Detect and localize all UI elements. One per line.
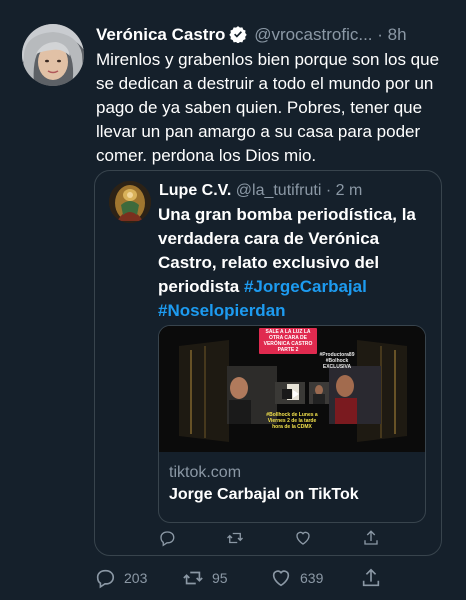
author-name[interactable]: Verónica Castro: [96, 25, 225, 44]
tweet-actions: 203 95 639: [94, 566, 434, 590]
separator-dot: ·: [377, 25, 383, 44]
quote-actions: [158, 529, 438, 549]
like-button[interactable]: 639: [270, 566, 323, 590]
tweet-time[interactable]: 8h: [388, 25, 407, 44]
tweet-text: Mirenlos y grabenlos bien porque son los…: [96, 50, 440, 165]
reply-count: 203: [124, 570, 148, 586]
quote-share-icon[interactable]: [362, 529, 382, 549]
quoted-tweet[interactable]: Lupe C.V. @la_tutifruti · 2 m Una gran b…: [94, 170, 442, 556]
link-card[interactable]: SALE A LA LUZ LA OTRA CARA DE VERÓNICA C…: [158, 325, 426, 523]
retweet-icon: [182, 567, 204, 589]
card-image-banner: SALE A LA LUZ LA OTRA CARA DE VERÓNICA C…: [259, 328, 317, 354]
quote-retweet-icon[interactable]: [226, 529, 246, 549]
card-image-caption: #Bollhock de Lunes a Viernes 2 de la tar…: [266, 412, 318, 430]
retweet-count: 95: [212, 570, 228, 586]
quote-like-icon[interactable]: [294, 529, 314, 549]
like-count: 639: [300, 570, 324, 586]
quote-time[interactable]: 2 m: [336, 182, 363, 199]
card-domain: tiktok.com: [169, 464, 242, 481]
tweet: Verónica Castro @vrocastrofic... · 8h Mi…: [0, 0, 466, 600]
author-avatar[interactable]: [22, 24, 84, 86]
card-title: Jorge Carbajal on TikTok: [169, 486, 359, 503]
quote-header: Lupe C.V. @la_tutifruti · 2 m: [159, 181, 362, 201]
hashtag-jorgecarbajal[interactable]: #JorgeCarbajal: [244, 277, 367, 296]
hashtag-noselopierdan[interactable]: #Noselopierdan: [158, 301, 286, 320]
reply-button[interactable]: 203: [94, 566, 147, 590]
quote-author-avatar[interactable]: [109, 181, 151, 223]
card-info[interactable]: tiktok.com Jorge Carbajal on TikTok: [159, 452, 425, 522]
share-button[interactable]: [360, 566, 382, 590]
card-image[interactable]: SALE A LA LUZ LA OTRA CARA DE VERÓNICA C…: [159, 326, 425, 452]
retweet-button[interactable]: 95: [182, 566, 228, 590]
share-icon: [360, 567, 382, 589]
verified-badge-icon: [229, 25, 248, 49]
author-handle[interactable]: @vrocastrofic...: [254, 25, 372, 44]
reply-icon: [94, 567, 116, 589]
quote-text: Una gran bomba periodística, la verdader…: [158, 203, 438, 323]
quote-author-name[interactable]: Lupe C.V.: [159, 182, 231, 199]
card-image-tags: #Productora89 #Bolhock EXCLUSIVA: [319, 352, 355, 370]
quote-author-handle[interactable]: @la_tutifruti: [236, 182, 322, 199]
quote-separator-dot: ·: [325, 182, 332, 199]
quote-reply-icon[interactable]: [158, 529, 178, 549]
like-icon: [270, 567, 292, 589]
tweet-header: Verónica Castro @vrocastrofic... · 8h: [96, 24, 407, 49]
